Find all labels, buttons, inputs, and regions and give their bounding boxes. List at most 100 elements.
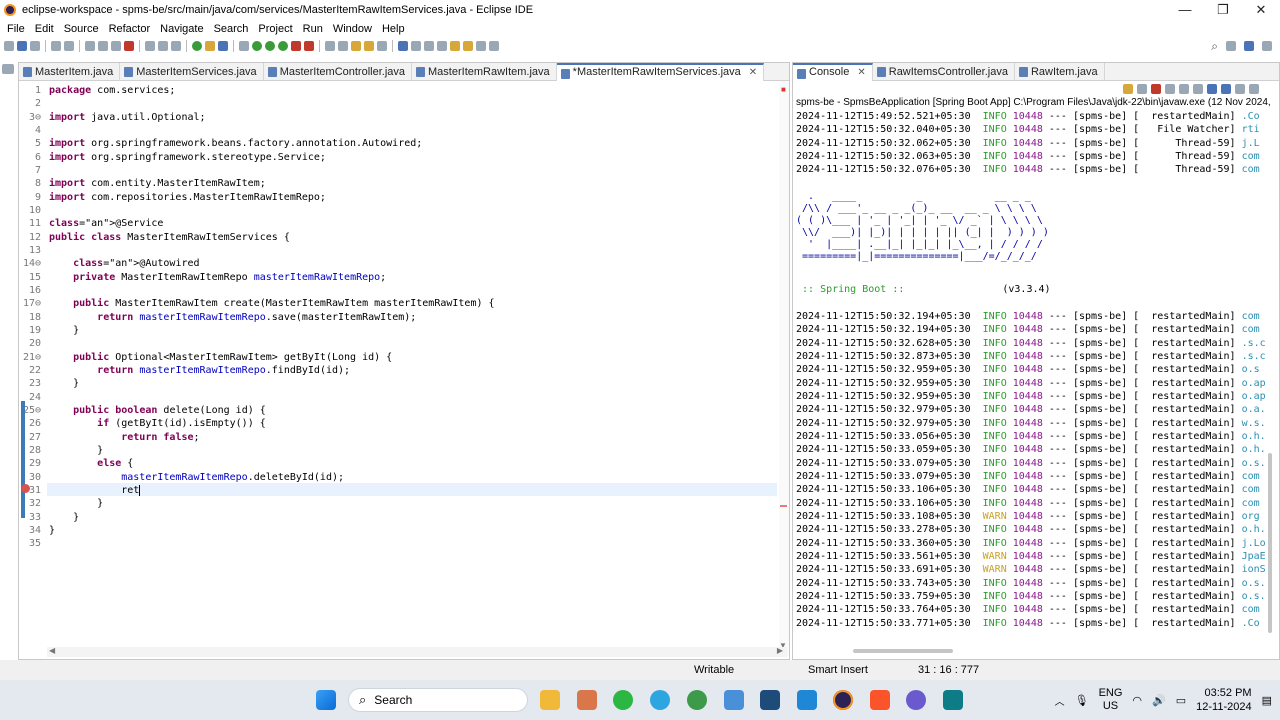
globe-icon[interactable] <box>398 41 408 51</box>
step-into-icon[interactable] <box>145 41 155 51</box>
menu-run[interactable]: Run <box>303 23 323 35</box>
brave-icon[interactable] <box>870 690 890 710</box>
whatsapp-icon[interactable] <box>613 690 633 710</box>
spring-boot-icon[interactable] <box>192 41 202 51</box>
console-tab[interactable]: RawItem.java <box>1015 63 1105 81</box>
chevron-up-icon[interactable]: ︿ <box>1055 693 1065 708</box>
menu-file[interactable]: File <box>7 23 25 35</box>
close-button[interactable]: ✕ <box>1242 0 1280 20</box>
vscode-icon[interactable] <box>797 690 817 710</box>
last-edit-icon[interactable] <box>450 41 460 51</box>
save-icon[interactable] <box>17 41 27 51</box>
step-return-icon[interactable] <box>171 41 181 51</box>
clear-console-icon[interactable] <box>1193 84 1203 94</box>
windows-start-icon[interactable] <box>316 690 336 710</box>
run-icon[interactable] <box>252 41 262 51</box>
disconnect-icon[interactable] <box>1137 84 1147 94</box>
code-editor[interactable]: package com.services; import java.util.Op… <box>47 81 777 656</box>
wifi-icon[interactable]: ◠ <box>1132 694 1142 707</box>
clock[interactable]: 03:52 PM 12-11-2024 <box>1196 686 1251 714</box>
restore-icon[interactable] <box>2 64 14 74</box>
step-over-icon[interactable] <box>158 41 168 51</box>
close-tab-icon[interactable]: ✕ <box>857 67 865 78</box>
forward-icon[interactable] <box>476 41 486 51</box>
editor-tab[interactable]: MasterItem.java <box>19 63 121 81</box>
horizontal-scrollbar[interactable]: ◀ ▶ <box>47 646 787 657</box>
build-icon[interactable] <box>205 41 215 51</box>
console-vertical-scrollbar[interactable] <box>1268 453 1272 633</box>
java-perspective-icon[interactable] <box>1244 41 1254 51</box>
notifications-icon[interactable]: ▤ <box>1262 694 1272 707</box>
editor-tab[interactable]: MasterItemServices.java <box>120 63 264 81</box>
minimize-button[interactable]: — <box>1166 0 1204 20</box>
scroll-left-icon[interactable]: ◀ <box>49 646 55 655</box>
external-tools-icon[interactable] <box>278 41 288 51</box>
open-folder-icon[interactable] <box>364 41 374 51</box>
new-icon[interactable] <box>4 41 14 51</box>
menu-source[interactable]: Source <box>64 23 99 35</box>
console-tab[interactable]: RawItemsController.java <box>873 63 1015 81</box>
remove-launch-icon[interactable] <box>1165 84 1175 94</box>
annotation-icon[interactable] <box>411 41 421 51</box>
terminate-icon[interactable] <box>124 41 134 51</box>
skip-breakpoints-icon[interactable] <box>85 41 95 51</box>
vertical-scrollbar[interactable]: ■ ▼ <box>779 81 789 656</box>
undo-icon[interactable] <box>51 41 61 51</box>
new-java-class-icon[interactable] <box>325 41 335 51</box>
menu-search[interactable]: Search <box>214 23 249 35</box>
relaunch-icon[interactable] <box>304 41 314 51</box>
maximize-button[interactable]: ❐ <box>1204 0 1242 20</box>
save-all-icon[interactable] <box>30 41 40 51</box>
sql-workbench-icon[interactable] <box>760 690 780 710</box>
editor-tab[interactable]: MasterItemRawItem.java <box>412 63 557 81</box>
previous-annotation-icon[interactable] <box>437 41 447 51</box>
taskbar-search[interactable]: ⌕ Search <box>348 688 528 712</box>
new-package-icon[interactable] <box>338 41 348 51</box>
debug-icon[interactable] <box>239 41 249 51</box>
pin-editor-icon[interactable] <box>489 41 499 51</box>
editor-tab[interactable]: MasterItemController.java <box>264 63 413 81</box>
console-horizontal-scrollbar[interactable] <box>853 649 953 653</box>
stop-server-icon[interactable] <box>291 41 301 51</box>
close-tab-icon[interactable]: ✕ <box>749 67 757 78</box>
editor-tab[interactable]: *MasterItemRawItemServices.java ✕ <box>556 63 765 81</box>
console-tab[interactable]: Console ✕ <box>793 63 873 81</box>
menu-refactor[interactable]: Refactor <box>109 23 151 35</box>
open-type-icon[interactable] <box>351 41 361 51</box>
menu-navigate[interactable]: Navigate <box>160 23 203 35</box>
open-perspective-icon[interactable] <box>1226 41 1236 51</box>
scroll-lock-icon[interactable] <box>1207 84 1217 94</box>
photos-icon[interactable] <box>577 690 597 710</box>
terminal-icon[interactable] <box>943 690 963 710</box>
word-wrap-icon[interactable] <box>1221 84 1231 94</box>
menu-project[interactable]: Project <box>258 23 292 35</box>
display-selected-console-icon[interactable] <box>1235 84 1245 94</box>
remove-all-icon[interactable] <box>1179 84 1189 94</box>
resume-icon[interactable] <box>98 41 108 51</box>
eclipse-taskbar-icon[interactable] <box>833 690 853 710</box>
microphone-icon[interactable]: 🎙 <box>1075 694 1089 707</box>
task-icon[interactable] <box>218 41 228 51</box>
volume-icon[interactable]: 🔊 <box>1152 694 1166 707</box>
open-console-icon[interactable] <box>1249 84 1259 94</box>
chrome-icon[interactable] <box>687 690 707 710</box>
menu-window[interactable]: Window <box>333 23 372 35</box>
file-explorer-icon[interactable] <box>540 690 560 710</box>
redo-icon[interactable] <box>64 41 74 51</box>
battery-icon[interactable]: ▭ <box>1176 694 1186 707</box>
coverage-icon[interactable] <box>265 41 275 51</box>
error-marker-icon[interactable] <box>21 484 30 493</box>
suspend-icon[interactable] <box>111 41 121 51</box>
language-indicator[interactable]: ENG US <box>1099 687 1123 713</box>
back-icon[interactable] <box>463 41 473 51</box>
debug-perspective-icon[interactable] <box>1262 41 1272 51</box>
telegram-icon[interactable] <box>650 690 670 710</box>
search-toolbar-icon[interactable] <box>377 41 387 51</box>
media-player-icon[interactable] <box>906 690 926 710</box>
menu-help[interactable]: Help <box>382 23 405 35</box>
search-icon[interactable]: ⌕ <box>1211 39 1218 54</box>
pin-console-icon[interactable] <box>1123 84 1133 94</box>
terminate-console-icon[interactable] <box>1151 84 1161 94</box>
notepad-icon[interactable] <box>724 690 744 710</box>
next-annotation-icon[interactable] <box>424 41 434 51</box>
